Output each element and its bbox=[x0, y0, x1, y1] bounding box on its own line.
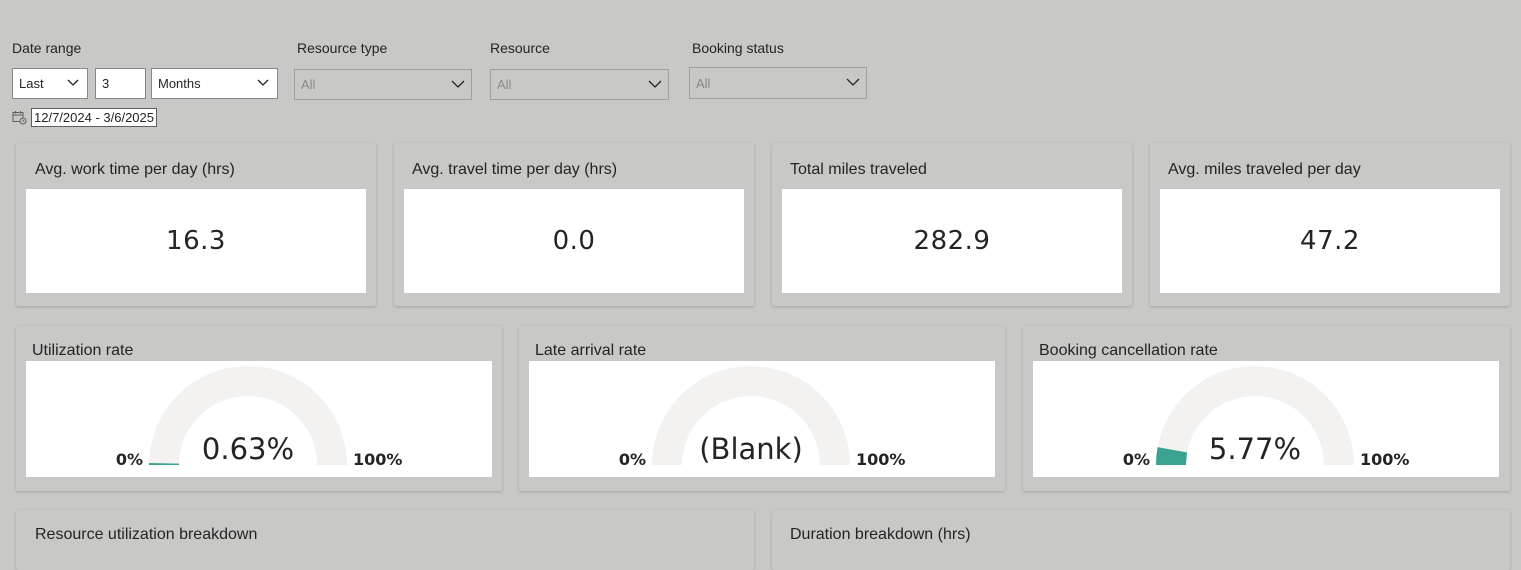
gauge-panel: 5.77% 0% 100% bbox=[1033, 361, 1499, 477]
date-count-input[interactable]: 3 bbox=[95, 68, 146, 99]
booking-status-label: Booking status bbox=[692, 40, 784, 56]
resource-type-value: All bbox=[301, 77, 316, 92]
gauge-title: Late arrival rate bbox=[535, 342, 647, 359]
resource-dropdown[interactable]: All bbox=[490, 69, 669, 100]
gauge-chart: 5.77% 0% 100% bbox=[1123, 366, 1409, 469]
kpi-title: Avg. travel time per day (hrs) bbox=[412, 161, 618, 178]
chevron-down-icon bbox=[67, 79, 79, 87]
card-duration-breakdown[interactable]: Duration breakdown (hrs) bbox=[772, 510, 1510, 570]
gauge-title: Booking cancellation rate bbox=[1039, 342, 1218, 359]
gauge-chart: 0.63% 0% 100% bbox=[116, 366, 402, 469]
gauge-panel: (Blank) 0% 100% bbox=[529, 361, 995, 477]
gauge-value: 0.63% bbox=[202, 432, 294, 466]
date-unit-dropdown[interactable]: Months bbox=[151, 68, 278, 99]
kpi-panel: 47.2 bbox=[1160, 189, 1500, 293]
date-count-value: 3 bbox=[102, 76, 110, 91]
gauge-min-label: 0% bbox=[619, 450, 646, 469]
kpi-title: Total miles traveled bbox=[790, 161, 927, 178]
chevron-down-icon bbox=[257, 79, 269, 87]
chevron-down-icon bbox=[451, 80, 465, 88]
gauge-value: 5.77% bbox=[1209, 432, 1301, 466]
calendar-icon[interactable] bbox=[12, 110, 27, 125]
booking-status-dropdown[interactable]: All bbox=[689, 67, 867, 99]
gauge-chart: (Blank) 0% 100% bbox=[619, 366, 905, 469]
kpi-card-total-miles[interactable]: Total miles traveled 282.9 bbox=[772, 143, 1132, 306]
gauge-max-label: 100% bbox=[1360, 450, 1409, 469]
kpi-value: 282.9 bbox=[913, 226, 991, 256]
gauge-panel: 0.63% 0% 100% bbox=[26, 361, 492, 477]
date-period-value: Last bbox=[19, 76, 44, 91]
kpi-card-avg-miles[interactable]: Avg. miles traveled per day 47.2 bbox=[1150, 143, 1510, 306]
booking-status-value: All bbox=[696, 75, 711, 91]
kpi-title: Avg. miles traveled per day bbox=[1168, 161, 1361, 178]
gauge-card-cancellation[interactable]: Booking cancellation rate 5.77% 0% 100% bbox=[1023, 326, 1510, 491]
kpi-title: Avg. work time per day (hrs) bbox=[35, 161, 235, 178]
gauge-card-late-arrival[interactable]: Late arrival rate (Blank) 0% 100% bbox=[519, 326, 1005, 491]
chevron-down-icon bbox=[648, 80, 662, 88]
kpi-value: 16.3 bbox=[166, 226, 226, 256]
kpi-card-travel-time[interactable]: Avg. travel time per day (hrs) 0.0 bbox=[394, 143, 754, 306]
chevron-down-icon bbox=[846, 78, 860, 86]
kpi-panel: 16.3 bbox=[26, 189, 366, 293]
kpi-card-work-time[interactable]: Avg. work time per day (hrs) 16.3 bbox=[16, 143, 376, 306]
resource-type-label: Resource type bbox=[297, 40, 388, 56]
gauge-max-label: 100% bbox=[856, 450, 905, 469]
date-range-text[interactable]: 12/7/2024 - 3/6/2025 bbox=[31, 108, 157, 127]
gauge-card-utilization[interactable]: Utilization rate 0.63% 0% 100% bbox=[16, 326, 502, 491]
gauge-min-label: 0% bbox=[1123, 450, 1150, 469]
date-unit-value: Months bbox=[158, 76, 201, 91]
gauge-value: (Blank) bbox=[699, 432, 803, 466]
resource-value: All bbox=[497, 77, 512, 92]
resource-type-dropdown[interactable]: All bbox=[294, 69, 472, 100]
gauge-min-label: 0% bbox=[116, 450, 143, 469]
date-range-label: Date range bbox=[12, 40, 82, 56]
kpi-panel: 282.9 bbox=[782, 189, 1122, 293]
kpi-panel: 0.0 bbox=[404, 189, 744, 293]
resource-label: Resource bbox=[490, 40, 550, 56]
gauge-title: Utilization rate bbox=[32, 342, 134, 359]
kpi-value: 47.2 bbox=[1300, 226, 1360, 256]
gauge-max-label: 100% bbox=[353, 450, 402, 469]
card-resource-utilization-breakdown[interactable]: Resource utilization breakdown bbox=[16, 510, 754, 570]
kpi-value: 0.0 bbox=[552, 226, 596, 256]
card-title: Resource utilization breakdown bbox=[35, 526, 258, 543]
date-period-dropdown[interactable]: Last bbox=[12, 68, 88, 99]
card-title: Duration breakdown (hrs) bbox=[790, 526, 971, 543]
